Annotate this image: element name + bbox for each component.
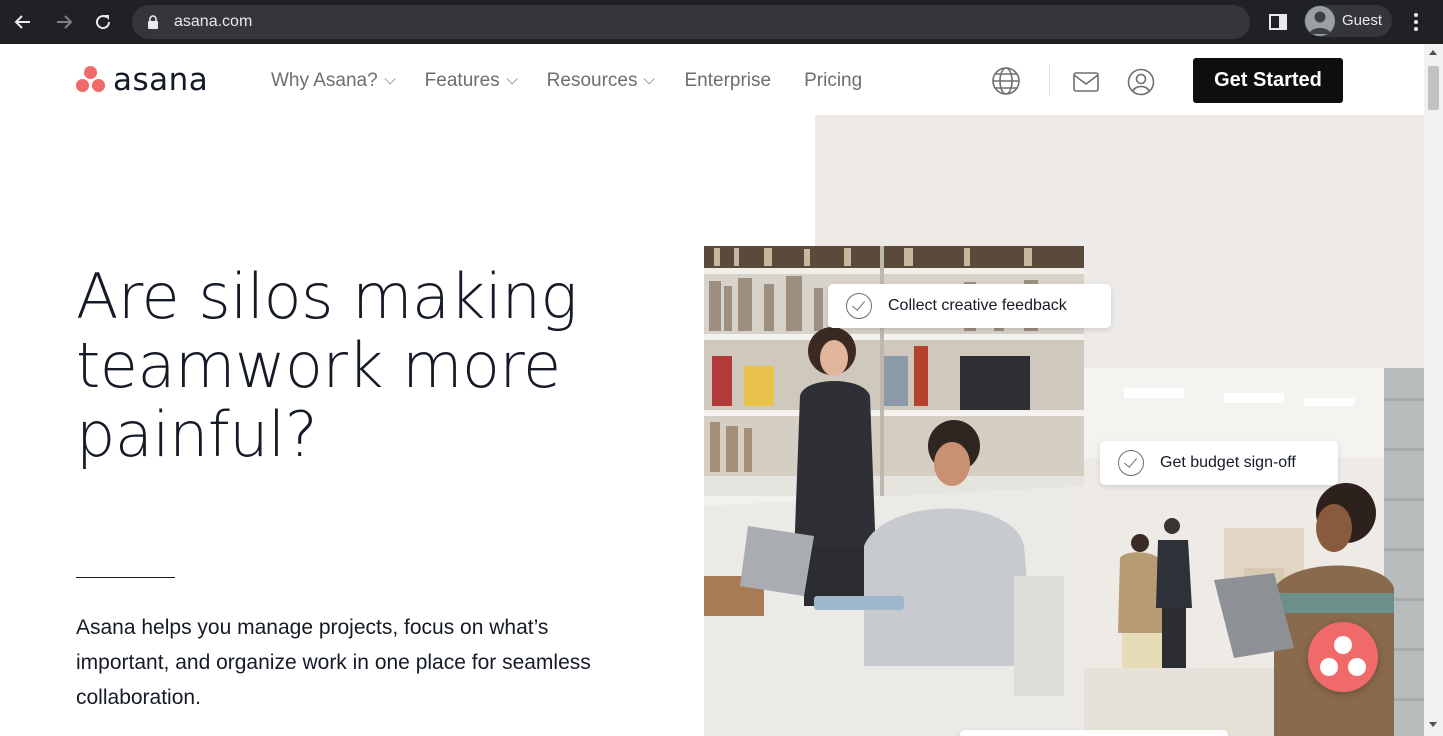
chevron-down-icon: [643, 73, 656, 85]
nav-features[interactable]: Features: [424, 70, 518, 92]
nav-label: Resources: [546, 70, 638, 91]
task-card-label: Get budget sign-off: [1160, 454, 1296, 471]
task-card: Collect creative feedback: [828, 284, 1111, 328]
asana-chat-icon: [1334, 636, 1352, 654]
mail-icon[interactable]: [1073, 72, 1099, 92]
scroll-down-icon[interactable]: [1429, 722, 1437, 727]
nav-enterprise[interactable]: Enterprise: [684, 70, 771, 92]
reload-button[interactable]: [89, 8, 117, 36]
hero-description: Asana helps you manage projects, focus o…: [76, 616, 591, 709]
arrow-right-icon: [57, 15, 73, 29]
hero-divider: [76, 577, 175, 578]
side-panel-icon: [1269, 14, 1287, 30]
profile-button[interactable]: Guest: [1304, 5, 1392, 37]
main-nav: Why Asana? Features Resources Enterprise…: [271, 68, 895, 94]
url-text: asana.com: [174, 13, 253, 30]
chevron-down-icon: [506, 73, 518, 85]
checkmark-circle-icon: [1118, 450, 1144, 476]
browser-toolbar: asana.com Guest: [0, 0, 1443, 44]
logo-wordmark: asana: [113, 61, 209, 98]
page-scrollbar[interactable]: [1424, 44, 1443, 736]
user-icon[interactable]: [1127, 68, 1155, 96]
back-button[interactable]: [9, 8, 37, 36]
task-card-partial: [960, 730, 1228, 736]
guest-avatar-icon: [1305, 6, 1335, 36]
nav-label: Enterprise: [684, 70, 772, 91]
scrollbar-thumb[interactable]: [1428, 66, 1439, 110]
nav-pricing[interactable]: Pricing: [804, 70, 862, 92]
office-photo-right: [1084, 368, 1424, 736]
header-divider: [1049, 64, 1050, 96]
hero-title-line: painful?: [76, 398, 318, 471]
scroll-up-icon[interactable]: [1429, 50, 1437, 55]
nav-why-asana[interactable]: Why Asana?: [271, 70, 396, 92]
asana-logo[interactable]: asana: [75, 64, 208, 96]
hero-title: Are silos making teamwork more painful?: [76, 262, 636, 469]
task-card-label: Collect creative feedback: [888, 297, 1067, 314]
task-card: Get budget sign-off: [1100, 441, 1338, 485]
reload-icon: [96, 15, 111, 30]
address-bar[interactable]: asana.com: [132, 5, 1250, 39]
profile-name: Guest: [1342, 12, 1383, 29]
side-panel-button[interactable]: [1266, 10, 1290, 34]
checkmark-circle-icon: [846, 293, 872, 319]
arrow-left-icon: [14, 15, 30, 29]
forward-button[interactable]: [50, 8, 78, 36]
hero-title-line: Are silos making: [76, 260, 578, 333]
more-vertical-icon: [1414, 13, 1418, 31]
chevron-down-icon: [384, 73, 396, 85]
asana-logo-icon: [75, 65, 107, 95]
globe-icon[interactable]: [991, 66, 1021, 96]
lock-icon: [148, 15, 158, 29]
nav-label: Why Asana?: [271, 70, 378, 91]
browser-menu-button[interactable]: [1406, 10, 1426, 34]
nav-label: Features: [424, 70, 500, 91]
hero-title-line: teamwork more: [76, 329, 561, 402]
asana-chat-button[interactable]: [1308, 622, 1378, 692]
nav-label: Pricing: [804, 70, 863, 91]
get-started-button[interactable]: Get Started: [1193, 58, 1343, 103]
page-content: asana Why Asana? Features Resources Ente…: [0, 44, 1424, 736]
nav-resources[interactable]: Resources: [546, 70, 656, 92]
